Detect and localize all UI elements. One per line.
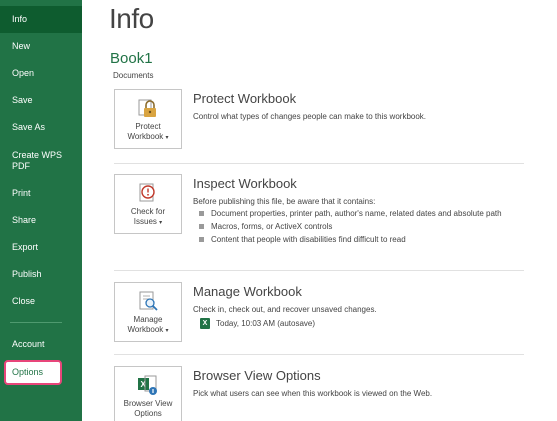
sidebar-item-label: Publish [12, 269, 42, 279]
sidebar-item-label: Info [12, 14, 28, 24]
inspect-bullet-list: Document properties, printer path, autho… [199, 208, 519, 247]
sidebar-item-label: Export [12, 242, 39, 252]
button-label-line1: Manage [133, 315, 163, 324]
browser-view-options-button[interactable]: X Browser View Options [114, 366, 182, 421]
section-title: Manage Workbook [193, 284, 302, 299]
excel-web-icon: X [138, 375, 157, 395]
sidebar-item-options[interactable]: Options [0, 359, 82, 386]
sidebar-item-label-line1: Create WPS [12, 150, 63, 160]
chevron-down-icon: ▾ [159, 220, 163, 226]
list-item: Content that people with disabilities fi… [199, 234, 519, 245]
svg-text:X: X [141, 380, 147, 389]
inspect-workbook-section: Check for Issues ▾ Inspect Workbook Befo… [82, 174, 557, 269]
manage-document-icon [139, 291, 158, 311]
sidebar-item-save[interactable]: Save [0, 87, 82, 114]
button-label-line2: Workbook [127, 325, 164, 334]
sidebar-item-save-as[interactable]: Save As [0, 114, 82, 141]
button-label-line2: Options [134, 409, 162, 418]
button-label-line2: Workbook [127, 132, 164, 141]
workbook-name: Book1 [110, 50, 153, 67]
excel-file-icon: X [200, 318, 210, 329]
sidebar-item-new[interactable]: New [0, 33, 82, 60]
button-label-line2: Issues [133, 217, 157, 226]
section-description: Check in, check out, and recover unsaved… [193, 305, 377, 314]
check-for-issues-button-label: Check for Issues ▾ [131, 207, 165, 228]
manage-workbook-button-label: Manage Workbook ▾ [127, 315, 168, 336]
sidebar-item-share[interactable]: Share [0, 207, 82, 234]
sidebar-item-label: Account [12, 339, 45, 349]
sidebar-item-label: Print [12, 188, 31, 198]
section-description: Pick what users can see when this workbo… [193, 389, 433, 398]
sidebar-item-label: Save As [12, 122, 46, 132]
button-label-line1: Browser View [123, 399, 173, 408]
protect-workbook-button[interactable]: Protect Workbook ▾ [114, 89, 182, 149]
inspect-document-icon [139, 183, 155, 202]
section-title: Browser View Options [193, 368, 321, 383]
sidebar-item-close[interactable]: Close [0, 288, 82, 315]
sidebar-divider [10, 322, 62, 323]
sidebar-item-label: Share [12, 215, 37, 225]
check-for-issues-button[interactable]: Check for Issues ▾ [114, 174, 182, 234]
workbook-location: Documents [113, 71, 154, 80]
section-divider [114, 354, 524, 355]
backstage-sidebar: Info New Open Save Save As Create WPS PD… [0, 0, 82, 421]
sidebar-item-account[interactable]: Account [0, 331, 82, 358]
section-title: Protect Workbook [193, 91, 297, 106]
button-label-line1: Check for [130, 207, 166, 216]
sidebar-item-label: Close [12, 296, 36, 306]
list-item: Document properties, printer path, autho… [199, 208, 519, 219]
sidebar-item-info[interactable]: Info [0, 6, 82, 33]
sidebar-item-label-line2: PDF [12, 161, 30, 171]
section-divider [114, 163, 524, 164]
manage-workbook-section: Manage Workbook ▾ Manage Workbook Check … [82, 282, 557, 352]
chevron-down-icon: ▾ [165, 135, 169, 141]
autosave-version-item[interactable]: X Today, 10:03 AM (autosave) [200, 318, 315, 329]
chevron-down-icon: ▾ [165, 328, 169, 334]
section-description: Before publishing this file, be aware th… [193, 197, 376, 206]
section-title: Inspect Workbook [193, 176, 297, 191]
section-divider [114, 270, 524, 271]
sidebar-item-label: Create WPS PDF [12, 150, 62, 172]
browser-view-options-section: X Browser View Options Browser View Opti… [82, 366, 557, 421]
autosave-version-label: Today, 10:03 AM (autosave) [216, 319, 316, 328]
manage-workbook-button[interactable]: Manage Workbook ▾ [114, 282, 182, 342]
sidebar-item-export[interactable]: Export [0, 234, 82, 261]
protect-workbook-button-label: Protect Workbook ▾ [127, 122, 168, 143]
browser-view-options-button-label: Browser View Options [124, 399, 173, 419]
sidebar-item-label: Open [12, 68, 35, 78]
list-item: Macros, forms, or ActiveX controls [199, 221, 519, 232]
page-title: Info [109, 3, 154, 34]
sidebar-item-label: Options [12, 367, 44, 377]
sidebar-item-label: Save [12, 95, 33, 105]
sidebar-item-create-wps-pdf[interactable]: Create WPS PDF [0, 146, 82, 176]
protect-workbook-section: Protect Workbook ▾ Protect Workbook Cont… [82, 89, 557, 159]
info-panel: Info Book1 Documents Protect Workbook ▾ … [82, 0, 557, 421]
sidebar-item-print[interactable]: Print [0, 180, 82, 207]
section-description: Control what types of changes people can… [193, 112, 427, 121]
button-label-line1: Protect [135, 122, 161, 131]
lock-icon [138, 99, 156, 117]
sidebar-item-publish[interactable]: Publish [0, 261, 82, 288]
sidebar-item-label: New [12, 41, 31, 51]
sidebar-item-open[interactable]: Open [0, 60, 82, 87]
